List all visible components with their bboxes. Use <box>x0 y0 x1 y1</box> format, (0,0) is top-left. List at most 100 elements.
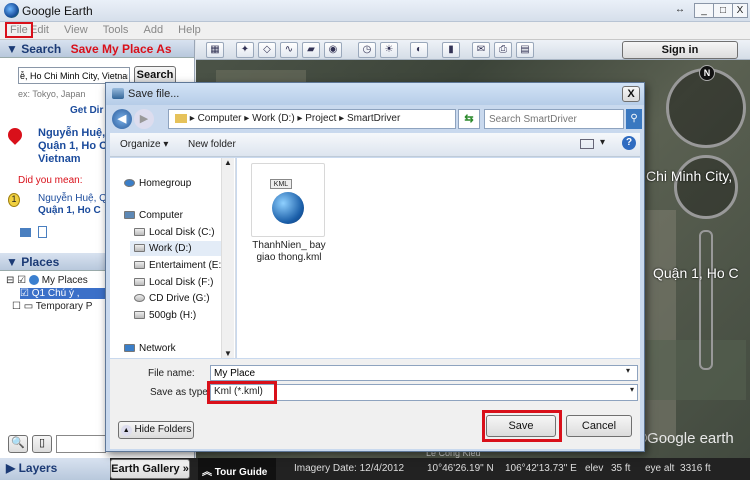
hide-folders-label: Hide Folders <box>134 424 192 435</box>
nav-label: CD Drive (G:) <box>149 293 210 304</box>
breadcrumb-item[interactable]: Computer <box>198 113 242 124</box>
nav-scrollbar[interactable]: ▲ ▼ <box>221 158 234 358</box>
temporary-places-item[interactable]: ☐ ▭ Temporary P <box>12 301 110 312</box>
search-example: ex: Tokyo, Japan <box>18 89 86 99</box>
nav-drive-f[interactable]: Local Disk (F:) <box>134 277 213 288</box>
place-item-selected[interactable]: ☑ Q1 Chú ý , <box>20 288 110 299</box>
layers-panel-header[interactable]: ▶ Layers <box>0 458 110 480</box>
menu-help[interactable]: Help <box>172 22 207 38</box>
maximize-button[interactable]: □ <box>713 3 733 18</box>
imagery-date: Imagery Date: 12/4/2012 <box>294 463 405 474</box>
search-panel-header[interactable]: ▼ Search Save My Place As <box>0 40 194 58</box>
nav-drive-h[interactable]: 500gb (H:) <box>134 310 196 321</box>
search-places-button[interactable]: 🔍 <box>8 435 28 453</box>
nav-homegroup[interactable]: Homegroup <box>124 178 191 189</box>
map-label-city: Chi Minh City, <box>646 168 733 184</box>
elevation-label: elev <box>585 463 604 474</box>
look-control[interactable] <box>674 155 738 219</box>
back-arrow-icon[interactable]: ◀ <box>112 109 132 129</box>
address-bar[interactable]: ▸ Computer ▸ Work (D:) ▸ Project ▸ Smart… <box>168 109 456 129</box>
kml-file-name[interactable]: ThanhNien_ bay giao thong.kml <box>243 240 335 264</box>
planet-icon[interactable]: ◐ <box>410 42 428 58</box>
refresh-icon[interactable]: ⇆ <box>458 109 480 129</box>
tour-guide-label: Tour Guide <box>214 467 268 478</box>
menu-tools[interactable]: Tools <box>97 22 135 38</box>
nav-label: 500gb (H:) <box>149 310 197 321</box>
placemark-icon[interactable]: ✦ <box>236 42 254 58</box>
nav-drive-c[interactable]: Local Disk (C:) <box>134 227 215 238</box>
result-line: Vietnam <box>38 153 81 165</box>
menu-file[interactable]: File <box>5 22 33 38</box>
nav-computer[interactable]: Computer <box>124 210 183 221</box>
organize-menu[interactable]: Organize ▾ <box>120 139 168 150</box>
suggestion-result[interactable]: Nguyễn Huệ, Q Quận 1, Ho C <box>38 193 107 217</box>
result-line: Nguyễn Huệ, <box>38 127 106 139</box>
menu-add[interactable]: Add <box>138 22 170 38</box>
ruler-icon[interactable]: ▮ <box>442 42 460 58</box>
zoom-slider[interactable] <box>699 230 713 370</box>
breadcrumb-item[interactable]: Project <box>305 113 336 124</box>
my-places-item[interactable]: ⊟ ☑ My Places <box>6 275 110 286</box>
help-icon[interactable]: ? <box>622 136 636 150</box>
path-icon[interactable]: ∿ <box>280 42 298 58</box>
overlay-icon[interactable]: ▰ <box>302 42 320 58</box>
suggestion-line: Nguyễn Huệ, Q <box>38 193 107 204</box>
nav-label: Local Disk (F:) <box>149 277 214 288</box>
panel-toggle-button[interactable]: ▯ <box>32 435 52 453</box>
sidebar-toggle-icon[interactable]: ▦ <box>206 42 224 58</box>
breadcrumb-item[interactable]: SmartDriver <box>347 113 400 124</box>
suggestion-pin-icon: 1 <box>8 193 20 207</box>
save-type-label: Save as type: <box>150 387 211 398</box>
cancel-button[interactable]: Cancel <box>566 415 632 437</box>
did-you-mean-label: Did you mean: <box>18 175 83 186</box>
add-folder-icon[interactable] <box>20 228 31 237</box>
save-as-annotation: Save My Place As <box>70 42 172 56</box>
print-icon[interactable]: ⎙ <box>494 42 512 58</box>
google-maps-icon[interactable]: ▤ <box>516 42 534 58</box>
tour-guide-button[interactable]: ︽ Tour Guide <box>198 458 276 480</box>
computer-icon <box>124 211 135 220</box>
close-button[interactable]: X <box>732 3 748 18</box>
new-folder-button[interactable]: New folder <box>188 139 236 150</box>
search-icon[interactable]: ⚲ <box>626 109 642 129</box>
sign-in-button[interactable]: Sign in <box>622 41 738 59</box>
polygon-icon[interactable]: ◇ <box>258 42 276 58</box>
nav-drive-e[interactable]: Entertaiment (E:) <box>134 260 225 271</box>
email-icon[interactable]: ✉ <box>472 42 490 58</box>
search-folder-input[interactable] <box>484 109 624 129</box>
view-dropdown-icon[interactable]: ▾ <box>600 137 605 148</box>
scroll-up-icon[interactable]: ▲ <box>222 158 234 167</box>
dialog-close-button[interactable]: X <box>622 86 640 102</box>
record-tour-icon[interactable]: ◉ <box>324 42 342 58</box>
menu-view[interactable]: View <box>58 22 94 38</box>
sunlight-icon[interactable]: ☀ <box>380 42 398 58</box>
nav-drive-g[interactable]: CD Drive (G:) <box>134 293 210 304</box>
drive-icon <box>134 311 145 320</box>
kml-file-item[interactable]: KML <box>251 163 325 237</box>
search-header-label: ▼ Search <box>6 42 62 56</box>
view-options-icon[interactable] <box>580 139 594 149</box>
search-result[interactable]: Nguyễn Huệ, Quận 1, Ho C Vietnam <box>38 127 107 166</box>
drive-icon <box>134 261 145 270</box>
historical-imagery-icon[interactable]: ◷ <box>358 42 376 58</box>
resize-icon[interactable]: ↔ <box>670 3 690 18</box>
hide-folders-button[interactable]: ▲ Hide Folders <box>118 421 194 439</box>
scroll-down-icon[interactable]: ▼ <box>222 349 234 358</box>
minimize-button[interactable]: _ <box>694 3 714 18</box>
nav-drive-d[interactable]: Work (D:) <box>130 241 234 256</box>
latitude: 10°46'26.19" N <box>427 463 494 474</box>
get-directions-link[interactable]: Get Dir <box>70 105 103 116</box>
compass-north-icon[interactable]: N <box>699 65 715 81</box>
copy-icon[interactable] <box>38 226 47 238</box>
file-name-line: ThanhNien_ bay <box>252 240 326 251</box>
breadcrumb-item[interactable]: Work (D:) <box>252 113 295 124</box>
save-type-dropdown-icon[interactable]: ▾ <box>630 385 634 394</box>
file-name-input[interactable] <box>210 365 638 381</box>
places-filter-input[interactable] <box>56 435 106 453</box>
homegroup-icon <box>124 179 135 188</box>
file-name-dropdown-icon[interactable]: ▾ <box>626 366 630 375</box>
nav-network[interactable]: Network <box>124 343 176 354</box>
dialog-title-bar: Save file... X <box>106 83 644 105</box>
forward-arrow-icon[interactable]: ▶ <box>134 109 154 129</box>
earth-gallery-button[interactable]: Earth Gallery » <box>110 459 190 479</box>
